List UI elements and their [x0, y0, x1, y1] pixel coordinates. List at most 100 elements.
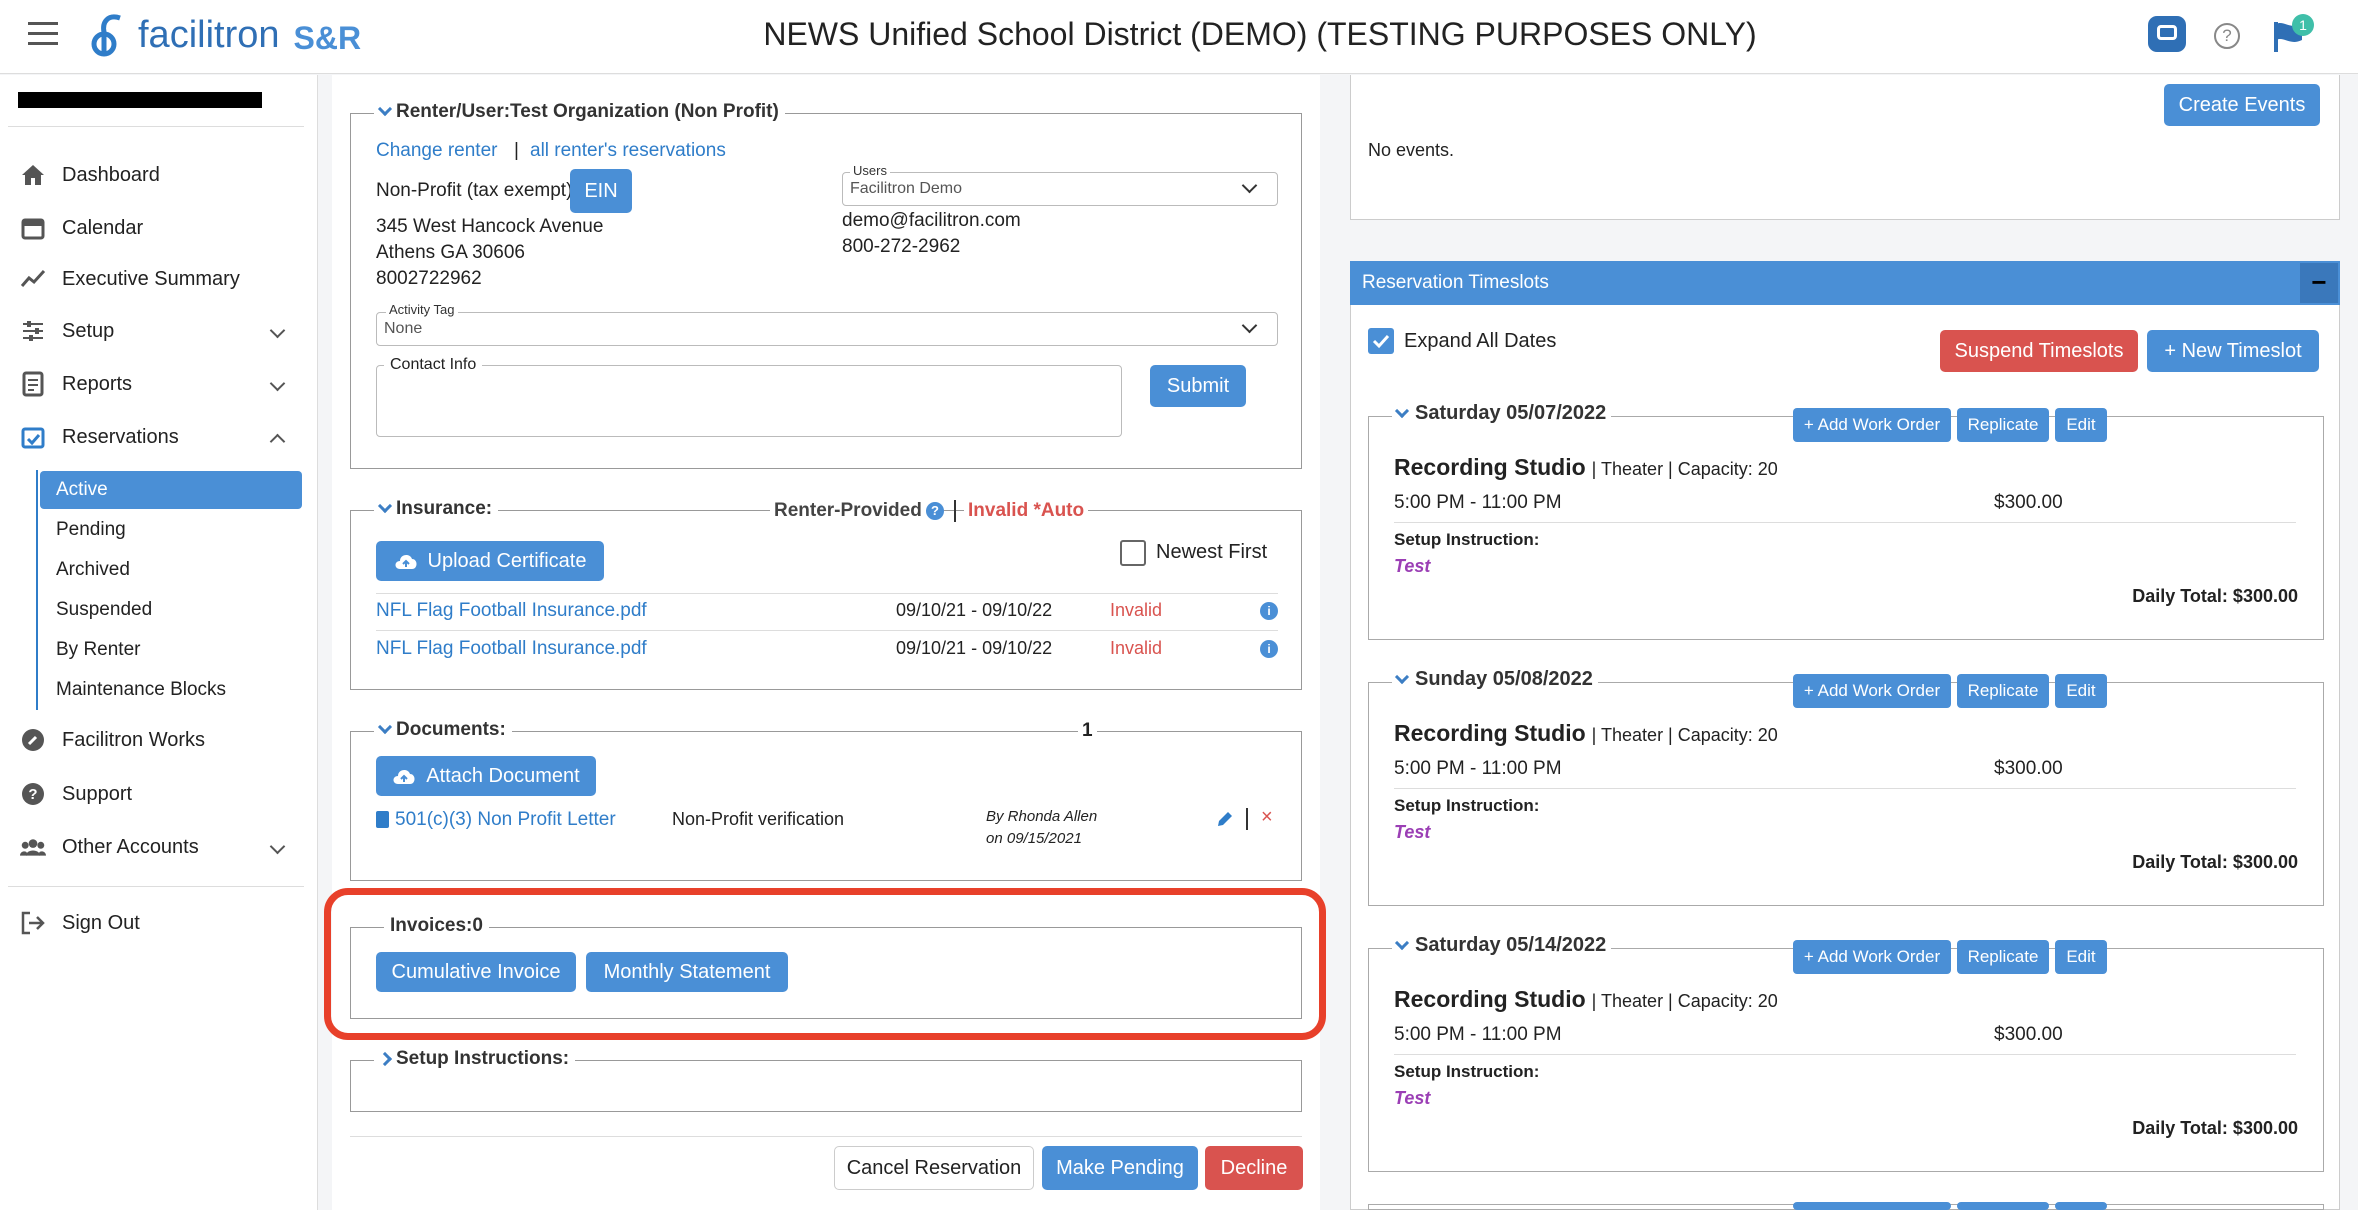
sidebar-item-label: Calendar: [62, 216, 144, 239]
sidebar-item-executive-summary[interactable]: Executive Summary: [20, 266, 240, 292]
sidebar-sub-by-renter[interactable]: By Renter: [56, 639, 140, 661]
sidebar-item-reports[interactable]: Reports: [20, 371, 132, 397]
sidebar-sub-maintenance-blocks[interactable]: Maintenance Blocks: [56, 679, 226, 701]
upload-certificate-button[interactable]: Upload Certificate: [376, 541, 604, 581]
add-work-order-button-partial[interactable]: [1793, 1202, 1951, 1210]
expand-all-checkbox[interactable]: [1368, 328, 1394, 354]
sidebar: [0, 75, 318, 1210]
setup-instruction-value: Test: [1394, 1088, 1431, 1108]
sidebar-item-sign-out[interactable]: Sign Out: [20, 910, 140, 936]
activity-tag-select[interactable]: [376, 312, 1278, 346]
add-work-order-button[interactable]: + Add Work Order: [1793, 408, 1951, 442]
timeslot-time: 5:00 PM - 11:00 PM: [1394, 492, 1562, 513]
document-type: Non-Profit verification: [672, 809, 845, 829]
documents-legend[interactable]: Documents:: [374, 719, 512, 741]
timeslot-day-header[interactable]: Sunday 05/08/2022: [1392, 668, 1598, 691]
sidebar-item-label: Dashboard: [62, 163, 160, 186]
newest-first-label: Newest First: [1156, 541, 1268, 563]
info-circle-icon[interactable]: i: [1260, 602, 1278, 620]
sidebar-divider: [8, 886, 304, 887]
users-icon: [20, 834, 46, 860]
home-icon: [20, 162, 46, 188]
sidebar-item-label: Support: [62, 782, 133, 805]
renter-legend[interactable]: Renter/User:Test Organization (Non Profi…: [374, 101, 785, 123]
hamburger-menu-icon[interactable]: [28, 22, 58, 46]
logo-suffix: S&R: [293, 19, 362, 56]
sidebar-item-setup[interactable]: Setup: [20, 318, 114, 344]
cancel-reservation-button[interactable]: Cancel Reservation: [834, 1146, 1034, 1190]
change-renter-link[interactable]: Change renter: [376, 140, 497, 162]
sidebar-item-support[interactable]: ? Support: [20, 781, 132, 807]
info-circle-icon[interactable]: i: [1260, 640, 1278, 658]
sidebar-item-other-accounts[interactable]: Other Accounts: [20, 834, 199, 860]
add-work-order-button[interactable]: + Add Work Order: [1793, 940, 1951, 974]
create-events-button[interactable]: Create Events: [2164, 84, 2320, 126]
sidebar-divider: [8, 126, 304, 127]
sidebar-item-reservations[interactable]: Reservations: [20, 424, 179, 450]
sidebar-sub-suspended[interactable]: Suspended: [56, 599, 152, 621]
facility-details: | Theater | Capacity: 20: [1591, 459, 1778, 479]
replicate-button[interactable]: Replicate: [1957, 674, 2049, 708]
newest-first-checkbox[interactable]: [1120, 540, 1146, 566]
calendar-icon: [20, 215, 46, 241]
report-icon: [20, 371, 46, 397]
replicate-button[interactable]: Replicate: [1957, 940, 2049, 974]
timeslot-day-header[interactable]: Saturday 05/07/2022: [1392, 402, 1612, 425]
calendar-check-icon: [20, 424, 46, 450]
sidebar-sub-active-label[interactable]: Active: [56, 479, 108, 501]
insurance-legend[interactable]: Insurance:: [374, 498, 499, 520]
timeslot-day-header[interactable]: Saturday 05/14/2022: [1392, 934, 1612, 957]
edit-button[interactable]: Edit: [2055, 674, 2107, 708]
reservations-submenu-line: [36, 470, 38, 710]
cumulative-invoice-button[interactable]: Cumulative Invoice: [376, 952, 576, 992]
insurance-file-link[interactable]: NFL Flag Football Insurance.pdf: [376, 600, 647, 622]
timeslot-price: $300.00: [1994, 1024, 2063, 1045]
document-uploaded-by: By Rhonda Allen: [986, 808, 1098, 825]
pencil-icon[interactable]: [1216, 810, 1234, 828]
replicate-button[interactable]: Replicate: [1957, 408, 2049, 442]
ein-button[interactable]: EIN: [570, 169, 632, 213]
timeslot-date: Saturday 05/14/2022: [1415, 934, 1607, 956]
sidebar-sub-pending[interactable]: Pending: [56, 519, 126, 541]
sidebar-item-facilitron-works[interactable]: Facilitron Works: [20, 727, 205, 753]
timeslot-facility-row: Recording Studio | Theater | Capacity: 2…: [1394, 454, 1778, 481]
collapse-button[interactable]: −: [2300, 263, 2338, 303]
documents-count: 1: [1078, 720, 1097, 742]
sidebar-sub-archived[interactable]: Archived: [56, 559, 130, 581]
setup-instructions-legend[interactable]: Setup Instructions:: [374, 1048, 576, 1070]
cloud-upload-icon: [393, 770, 415, 784]
setup-instruction-value: Test: [1394, 822, 1431, 842]
insurance-file-link[interactable]: NFL Flag Football Insurance.pdf: [376, 638, 647, 660]
edit-button-partial[interactable]: [2055, 1202, 2107, 1210]
edit-button[interactable]: Edit: [2055, 940, 2107, 974]
new-timeslot-button[interactable]: + New Timeslot: [2147, 330, 2319, 372]
contact-info-field[interactable]: [376, 365, 1122, 437]
add-work-order-button[interactable]: + Add Work Order: [1793, 674, 1951, 708]
svg-text:?: ?: [28, 786, 37, 803]
facilitron-logo[interactable]: facilitron S&R: [90, 12, 361, 58]
info-help-icon[interactable]: ?: [926, 502, 944, 520]
sidebar-item-calendar[interactable]: Calendar: [20, 215, 143, 241]
chevron-down-icon: [377, 101, 393, 117]
submit-button[interactable]: Submit: [1150, 365, 1246, 407]
replicate-button-partial[interactable]: [1957, 1202, 2049, 1210]
activity-tag-value: None: [384, 320, 423, 337]
suspend-timeslots-button[interactable]: Suspend Timeslots: [1940, 330, 2138, 372]
delete-icon[interactable]: ×: [1261, 806, 1273, 829]
sidebar-item-dashboard[interactable]: Dashboard: [20, 162, 160, 188]
all-renter-reservations-link[interactable]: all renter's reservations: [530, 140, 726, 162]
edit-button[interactable]: Edit: [2055, 408, 2107, 442]
timeslot-facility-row: Recording Studio | Theater | Capacity: 2…: [1394, 986, 1778, 1013]
sidebar-item-label: Reports: [62, 372, 133, 395]
no-events-text: No events.: [1368, 140, 1455, 160]
document-link[interactable]: 501(c)(3) Non Profit Letter: [395, 809, 616, 831]
help-icon[interactable]: ?: [2214, 23, 2240, 49]
user-phone: 800-272-2962: [842, 236, 961, 257]
make-pending-button[interactable]: Make Pending: [1042, 1146, 1198, 1190]
decline-button[interactable]: Decline: [1205, 1146, 1303, 1190]
monthly-statement-button[interactable]: Monthly Statement: [586, 952, 788, 992]
renter-type: Non-Profit (tax exempt): [376, 180, 573, 201]
chat-icon[interactable]: [2148, 16, 2186, 52]
attach-document-button[interactable]: Attach Document: [376, 756, 596, 796]
link-separator: |: [514, 140, 519, 161]
